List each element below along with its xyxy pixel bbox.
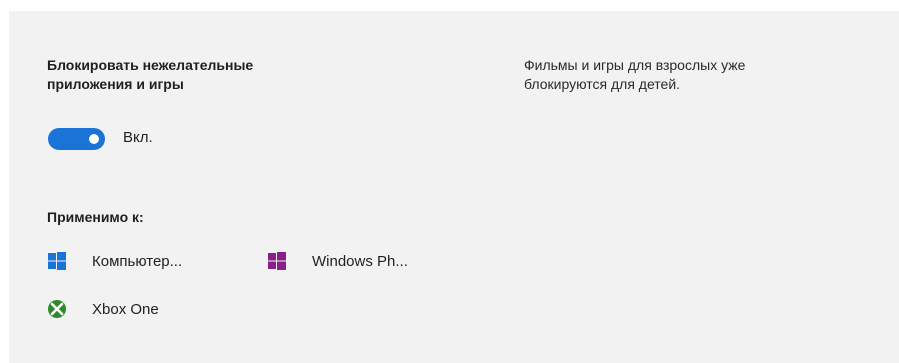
device-phone-label: Windows Ph... xyxy=(312,252,408,270)
windows-icon xyxy=(48,252,66,270)
description-line1: Фильмы и игры для взрослых уже xyxy=(524,57,746,73)
windows-icon xyxy=(268,252,286,270)
setting-heading-line2: приложения и игры xyxy=(47,76,184,92)
description-line2: блокируются для детей. xyxy=(524,76,681,92)
applies-to-label: Применимо к: xyxy=(47,209,144,225)
block-apps-toggle[interactable] xyxy=(48,128,105,150)
device-xbox-label: Xbox One xyxy=(92,300,159,318)
toggle-knob xyxy=(89,134,99,144)
toggle-state-label: Вкл. xyxy=(123,129,153,146)
setting-description: Фильмы и игры для взрослых уже блокируют… xyxy=(524,56,854,94)
xbox-icon xyxy=(48,300,66,318)
device-pc: Компьютер... xyxy=(47,251,182,271)
device-windows-phone: Windows Ph... xyxy=(267,251,408,271)
setting-heading: Блокировать нежелательные приложения и и… xyxy=(47,56,347,94)
device-pc-label: Компьютер... xyxy=(92,252,183,270)
device-xbox: Xbox One xyxy=(47,299,159,319)
setting-heading-line1: Блокировать нежелательные xyxy=(47,57,254,73)
settings-panel: Блокировать нежелательные приложения и и… xyxy=(9,11,899,363)
